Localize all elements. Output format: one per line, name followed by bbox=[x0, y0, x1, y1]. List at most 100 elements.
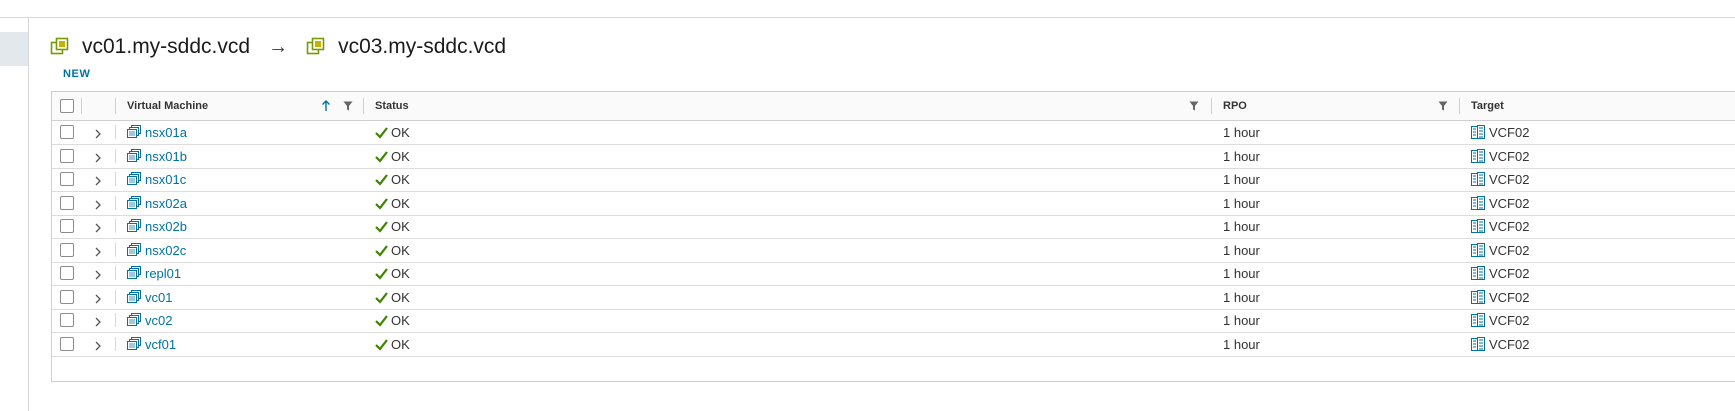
chevron-right-icon[interactable] bbox=[93, 315, 103, 327]
sort-ascending-icon[interactable] bbox=[321, 100, 331, 112]
table-row[interactable]: nsx01c OK 1 hour VCF02 bbox=[52, 168, 1735, 192]
datacenter-icon bbox=[1471, 147, 1485, 163]
status-cell: OK bbox=[375, 239, 410, 262]
target-name: VCF02 bbox=[1489, 125, 1530, 140]
vm-name-link[interactable]: nsx01b bbox=[145, 149, 187, 164]
virtual-machine-icon bbox=[127, 123, 141, 138]
virtual-machine-icon bbox=[127, 264, 141, 279]
chevron-right-icon[interactable] bbox=[93, 339, 103, 350]
table-row[interactable]: nsx02c OK 1 hour VCF02 bbox=[52, 239, 1735, 263]
status-cell: OK bbox=[375, 309, 410, 332]
table-row[interactable]: vcf01 OK 1 hour VCF02 bbox=[52, 333, 1735, 357]
chevron-right-icon[interactable] bbox=[93, 245, 103, 256]
status-cell: OK bbox=[375, 168, 410, 191]
target-cell: VCF02 bbox=[1471, 215, 1529, 238]
target-cell: VCF02 bbox=[1471, 145, 1529, 168]
vm-name-link[interactable]: vc01 bbox=[145, 290, 172, 305]
table-row[interactable]: vc01 OK 1 hour VCF02 bbox=[52, 286, 1735, 310]
chevron-right-icon[interactable] bbox=[93, 151, 103, 162]
left-nav-selected-item[interactable] bbox=[0, 32, 28, 66]
column-separator bbox=[115, 125, 116, 139]
column-header-virtual-machine[interactable]: Virtual Machine bbox=[127, 92, 208, 120]
status-cell: OK bbox=[375, 121, 410, 144]
datacenter-icon bbox=[1471, 194, 1485, 210]
column-header-rpo[interactable]: RPO bbox=[1223, 92, 1247, 120]
column-header-status[interactable]: Status bbox=[375, 92, 409, 120]
virtual-machine-icon bbox=[127, 147, 141, 162]
status-text: OK bbox=[391, 313, 410, 328]
column-separator bbox=[363, 98, 364, 114]
chevron-right-icon[interactable] bbox=[93, 198, 103, 209]
datagrid-header: Virtual Machine Status RPO Target bbox=[52, 92, 1735, 121]
vm-name-link[interactable]: nsx02b bbox=[145, 219, 187, 234]
rpo-cell: 1 hour bbox=[1223, 242, 1260, 258]
row-checkbox[interactable] bbox=[60, 336, 74, 351]
chevron-right-icon[interactable] bbox=[93, 174, 103, 186]
table-row[interactable]: nsx01a OK 1 hour VCF02 bbox=[52, 121, 1735, 145]
vm-name-link[interactable]: nsx01a bbox=[145, 125, 187, 140]
target-cell: VCF02 bbox=[1471, 309, 1529, 332]
virtual-machine-icon bbox=[127, 311, 141, 326]
checkmark-icon bbox=[375, 241, 388, 257]
target-name: VCF02 bbox=[1489, 313, 1530, 328]
status-text: OK bbox=[391, 289, 410, 305]
new-button[interactable]: NEW bbox=[63, 68, 90, 80]
chevron-right-icon[interactable] bbox=[93, 268, 103, 280]
row-checkbox[interactable] bbox=[60, 266, 74, 280]
column-separator bbox=[1459, 98, 1460, 114]
status-cell: OK bbox=[375, 262, 410, 285]
vm-name-link[interactable]: nsx01c bbox=[145, 172, 186, 187]
datacenter-icon bbox=[1471, 123, 1485, 139]
replication-datagrid: Virtual Machine Status RPO Target nsx01a… bbox=[51, 91, 1735, 382]
row-checkbox[interactable] bbox=[60, 148, 74, 163]
row-checkbox[interactable] bbox=[60, 219, 74, 233]
vm-name-link[interactable]: repl01 bbox=[145, 266, 181, 281]
checkmark-icon bbox=[375, 264, 388, 280]
target-cell: VCF02 bbox=[1471, 286, 1529, 309]
vm-cell: vc02 bbox=[127, 309, 172, 332]
vm-name-link[interactable]: vcf01 bbox=[145, 337, 176, 352]
vcenter-icon bbox=[306, 37, 326, 57]
row-checkbox[interactable] bbox=[60, 172, 74, 186]
checkmark-icon bbox=[375, 217, 388, 233]
table-row[interactable]: nsx02b OK 1 hour VCF02 bbox=[52, 215, 1735, 239]
target-cell: VCF02 bbox=[1471, 168, 1529, 191]
chevron-right-icon[interactable] bbox=[93, 127, 103, 139]
filter-icon[interactable] bbox=[1189, 101, 1199, 111]
row-checkbox[interactable] bbox=[60, 289, 74, 304]
column-separator bbox=[115, 313, 116, 327]
vm-cell: repl01 bbox=[127, 262, 181, 285]
vm-name-link[interactable]: vc02 bbox=[145, 313, 172, 328]
vcenter-icon bbox=[50, 37, 70, 57]
table-row[interactable]: nsx01b OK 1 hour VCF02 bbox=[52, 145, 1735, 169]
table-row[interactable]: repl01 OK 1 hour VCF02 bbox=[52, 262, 1735, 286]
column-header-target[interactable]: Target bbox=[1471, 92, 1504, 120]
vm-name-link[interactable]: nsx02c bbox=[145, 243, 186, 258]
filter-icon[interactable] bbox=[343, 101, 353, 111]
target-cell: VCF02 bbox=[1471, 333, 1529, 356]
row-checkbox[interactable] bbox=[60, 313, 74, 327]
filter-icon[interactable] bbox=[1438, 101, 1448, 111]
datacenter-icon bbox=[1471, 335, 1485, 351]
select-all-checkbox[interactable] bbox=[60, 99, 74, 113]
status-text: OK bbox=[391, 219, 410, 234]
vm-name-link[interactable]: nsx02a bbox=[145, 196, 187, 211]
target-cell: VCF02 bbox=[1471, 192, 1529, 215]
chevron-right-icon[interactable] bbox=[93, 292, 103, 303]
status-cell: OK bbox=[375, 286, 410, 309]
table-row[interactable]: vc02 OK 1 hour VCF02 bbox=[52, 309, 1735, 333]
chevron-right-icon[interactable] bbox=[93, 221, 103, 233]
virtual-machine-icon bbox=[127, 194, 141, 209]
target-name: VCF02 bbox=[1489, 289, 1530, 305]
row-checkbox[interactable] bbox=[60, 195, 74, 210]
row-checkbox[interactable] bbox=[60, 125, 74, 139]
datacenter-icon bbox=[1471, 241, 1485, 257]
target-name: VCF02 bbox=[1489, 219, 1530, 234]
row-checkbox[interactable] bbox=[60, 242, 74, 257]
target-name: VCF02 bbox=[1489, 336, 1530, 352]
target-cell: VCF02 bbox=[1471, 121, 1529, 144]
datacenter-icon bbox=[1471, 170, 1485, 186]
column-separator bbox=[115, 266, 116, 280]
table-row[interactable]: nsx02a OK 1 hour VCF02 bbox=[52, 192, 1735, 216]
column-separator bbox=[115, 219, 116, 233]
